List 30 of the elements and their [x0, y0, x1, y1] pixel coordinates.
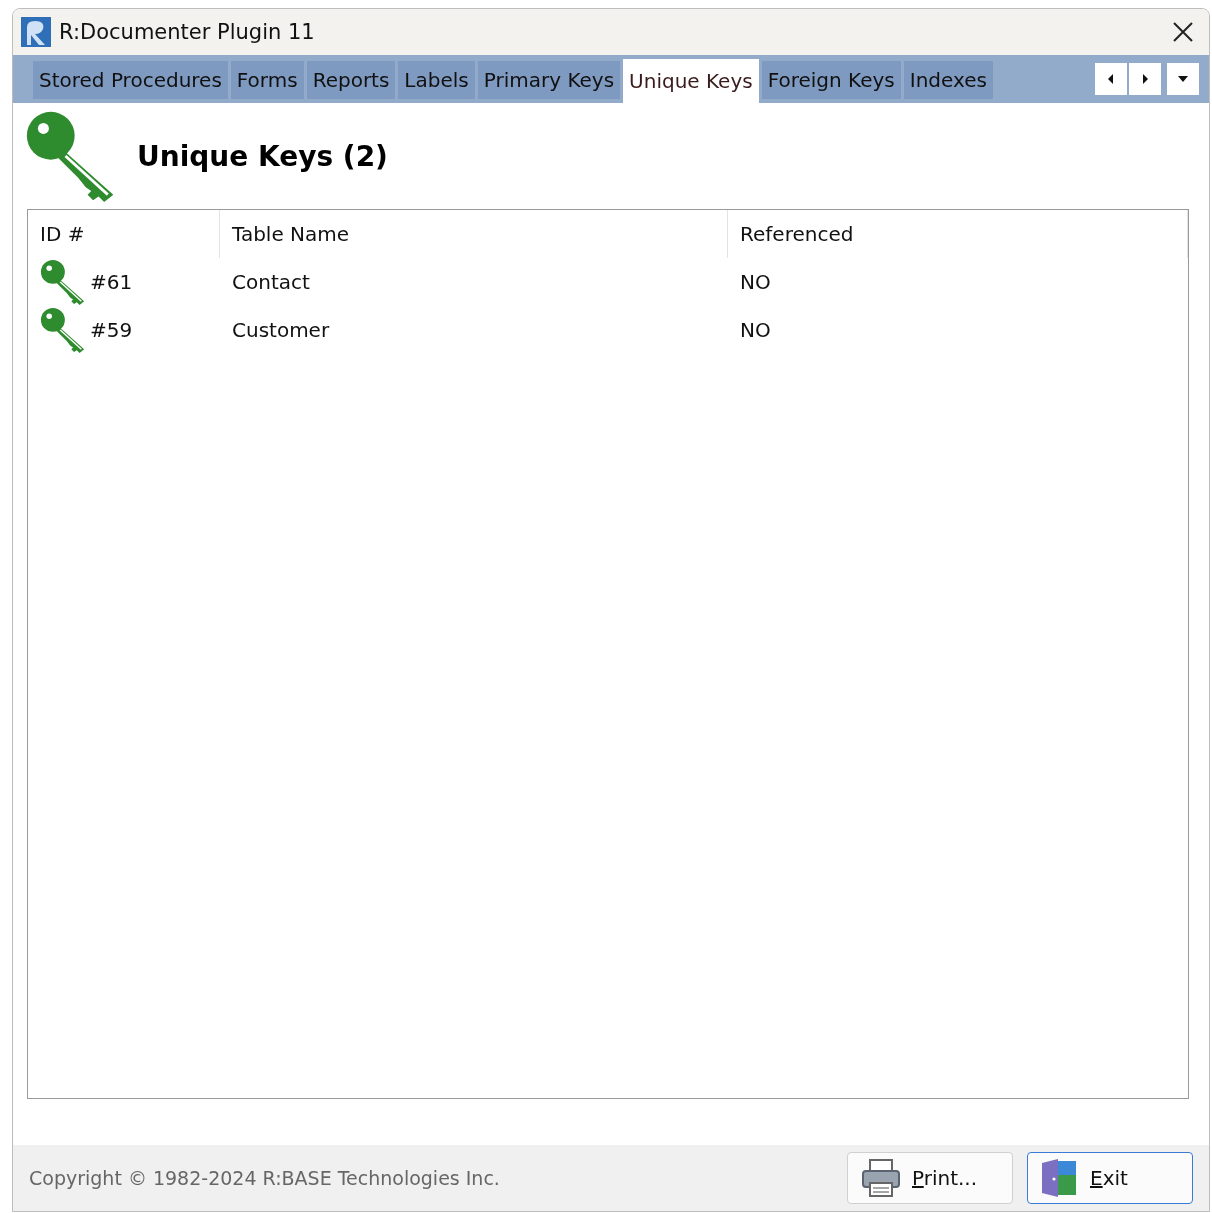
- table-cell: NO: [740, 270, 771, 294]
- column-header[interactable]: ID #: [28, 210, 220, 258]
- table-cell: Contact: [232, 270, 310, 294]
- printer-icon: [860, 1157, 902, 1199]
- close-icon: [1172, 21, 1194, 43]
- key-icon: [40, 307, 86, 353]
- column-header[interactable]: Table Name: [220, 210, 728, 258]
- tab[interactable]: Primary Keys: [477, 61, 621, 99]
- table-cell: #59: [90, 318, 133, 342]
- copyright-text: Copyright © 1982-2024 R:BASE Technologies Inc.: [29, 1167, 501, 1189]
- tab[interactable]: Unique Keys: [623, 59, 759, 103]
- app-logo-icon: [21, 17, 51, 47]
- page-heading: Unique Keys (2): [137, 139, 388, 173]
- scroll-right-button[interactable]: [1129, 63, 1161, 95]
- tab[interactable]: Reports: [306, 61, 396, 99]
- window-title: R:Documenter Plugin 11: [59, 20, 316, 44]
- tab[interactable]: Labels: [398, 61, 475, 99]
- print-button[interactable]: Print...: [847, 1152, 1013, 1204]
- tab[interactable]: Forms: [230, 61, 304, 99]
- tab[interactable]: Stored Procedures: [33, 61, 228, 99]
- column-header[interactable]: Referenced: [728, 210, 1188, 258]
- tab[interactable]: Indexes: [903, 61, 993, 99]
- dropdown-button[interactable]: [1167, 63, 1199, 95]
- table-cell: NO: [740, 318, 771, 342]
- scroll-left-button[interactable]: [1095, 63, 1127, 95]
- exit-button[interactable]: Exit: [1027, 1152, 1193, 1204]
- table-cell: #61: [90, 270, 133, 294]
- key-icon: [40, 259, 86, 305]
- table-cell: Customer: [232, 318, 330, 342]
- tab[interactable]: Foreign Keys: [761, 61, 901, 99]
